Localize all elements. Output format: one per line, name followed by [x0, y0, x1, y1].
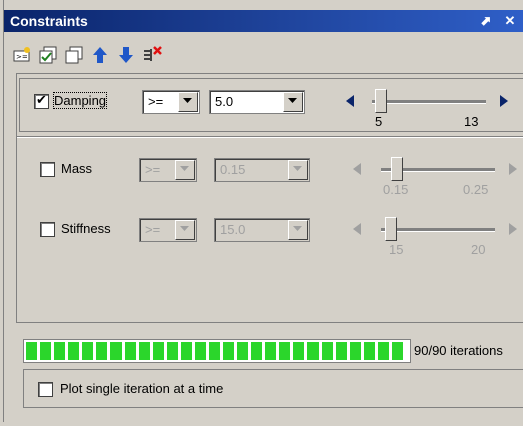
value-select[interactable]: 15.0 — [214, 218, 310, 242]
operator-value: >= — [145, 162, 161, 177]
progress-segment — [363, 342, 375, 360]
chevron-down-icon[interactable] — [283, 92, 303, 112]
operator-select[interactable]: >= — [139, 158, 197, 182]
slider-track[interactable] — [372, 100, 486, 104]
progress-segment — [208, 342, 221, 360]
progress-segment — [335, 342, 347, 360]
constraints-panel: Constraints ⬈ ✕ >= ✔ Damping >= 5.0 5 13… — [3, 0, 523, 422]
progress-segment — [251, 342, 263, 360]
close-button[interactable]: ✕ — [502, 12, 518, 30]
progress-segment — [180, 342, 192, 360]
slider-right-arrow-icon[interactable] — [509, 223, 517, 235]
chevron-down-icon[interactable] — [288, 160, 308, 180]
delete-constraint-icon[interactable] — [142, 45, 162, 65]
operator-value: >= — [145, 222, 161, 237]
value-select[interactable]: 0.15 — [214, 158, 310, 182]
slider-right-arrow-icon[interactable] — [500, 95, 508, 107]
progress-segment — [138, 342, 150, 360]
progress-segment — [293, 342, 305, 360]
constraint-row-stiffness: Stiffness >= 15.0 15 20 — [17, 200, 523, 260]
progress-segment — [152, 342, 164, 360]
add-constraint-icon[interactable]: >= — [12, 45, 32, 65]
progress-fill — [26, 342, 406, 360]
value-select[interactable]: 5.0 — [209, 90, 305, 114]
slider-max-label: 20 — [471, 242, 486, 257]
progress-segment — [279, 342, 291, 360]
slider-right-arrow-icon[interactable] — [509, 163, 517, 175]
progress-segment — [124, 342, 136, 360]
progress-segment — [40, 342, 52, 360]
progress-segment — [223, 342, 235, 360]
progress-segment — [166, 342, 178, 360]
progress-segment — [237, 342, 249, 360]
slider-thumb[interactable] — [391, 157, 403, 181]
slider-left-arrow-icon[interactable] — [353, 223, 361, 235]
svg-text:>=: >= — [16, 53, 28, 61]
slider-left-arrow-icon[interactable] — [346, 95, 354, 107]
plot-options-box: Plot single iteration at a time — [23, 369, 523, 408]
damping-checkbox[interactable]: ✔ — [34, 92, 49, 109]
copy-icon[interactable] — [64, 45, 84, 65]
slider-min-label: 5 — [375, 114, 383, 129]
progress-segment — [307, 342, 319, 360]
plot-single-iteration-checkbox[interactable] — [38, 382, 53, 397]
progress-segment — [349, 342, 361, 360]
progress-segment — [321, 342, 333, 360]
title-bar: Constraints ⬈ ✕ — [4, 10, 523, 32]
constraints-list: ✔ Damping >= 5.0 5 13 Mass >= 0.15 0.15 … — [16, 73, 523, 323]
operator-select[interactable]: >= — [139, 218, 197, 242]
stiffness-checkbox[interactable] — [40, 222, 55, 237]
operator-select[interactable]: >= — [142, 90, 200, 114]
progress-segment — [26, 342, 38, 360]
check-all-icon[interactable] — [38, 45, 58, 65]
pin-button[interactable]: ⬈ — [478, 12, 494, 30]
progress-segment — [377, 342, 389, 360]
constraint-label: Stiffness — [61, 221, 111, 236]
slider-thumb[interactable] — [385, 217, 397, 241]
chevron-down-icon[interactable] — [288, 220, 308, 240]
constraint-label: Damping — [52, 92, 108, 109]
progress-text: 90/90 iterations — [414, 343, 503, 358]
chevron-down-icon[interactable] — [178, 92, 198, 112]
slider-max-label: 0.25 — [463, 182, 489, 197]
plot-single-iteration-label: Plot single iteration at a time — [60, 381, 224, 396]
row-divider — [17, 136, 523, 138]
slider-min-label: 0.15 — [383, 182, 409, 197]
chevron-down-icon[interactable] — [175, 220, 195, 240]
constraint-label: Mass — [61, 161, 93, 176]
check-mark-icon: ✔ — [36, 92, 47, 107]
slider-left-arrow-icon[interactable] — [353, 163, 361, 175]
move-up-icon[interactable] — [90, 45, 110, 65]
iteration-progress-bar — [23, 339, 411, 363]
slider-thumb[interactable] — [375, 89, 387, 113]
toolbar: >= — [4, 35, 523, 71]
slider-min-label: 15 — [389, 242, 404, 257]
progress-segment — [82, 342, 94, 360]
constraint-value: 15.0 — [220, 222, 246, 237]
progress-segment — [265, 342, 277, 360]
progress-segment — [54, 342, 66, 360]
progress-segment — [68, 342, 80, 360]
slider-track[interactable] — [381, 228, 495, 232]
slider-max-label: 13 — [464, 114, 479, 129]
panel-title: Constraints — [10, 13, 88, 29]
constraint-row-mass: Mass >= 0.15 0.15 0.25 — [17, 140, 523, 200]
chevron-down-icon[interactable] — [175, 160, 195, 180]
operator-value: >= — [148, 94, 164, 109]
mass-checkbox[interactable] — [40, 162, 55, 177]
progress-segment — [391, 342, 403, 360]
move-down-icon[interactable] — [116, 45, 136, 65]
constraint-value: 0.15 — [220, 162, 246, 177]
constraint-value: 5.0 — [215, 94, 234, 109]
constraint-row-damping: ✔ Damping >= 5.0 5 13 — [19, 78, 523, 132]
progress-segment — [110, 342, 122, 360]
progress-segment — [96, 342, 108, 360]
progress-segment — [194, 342, 206, 360]
